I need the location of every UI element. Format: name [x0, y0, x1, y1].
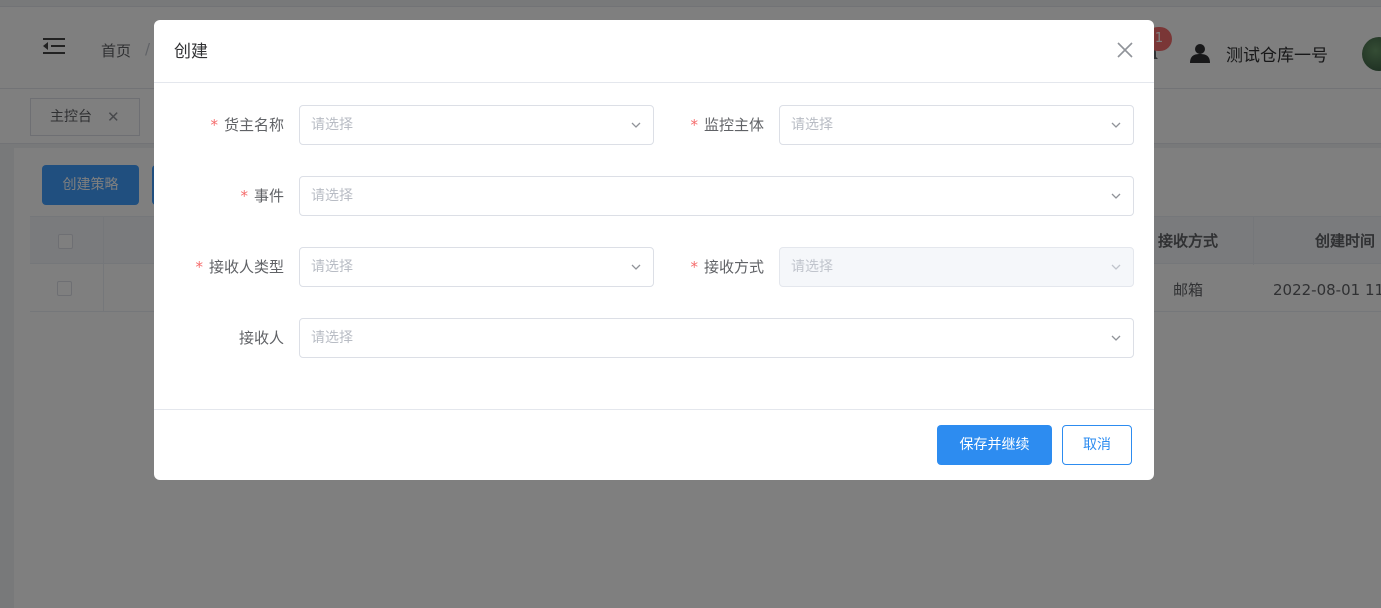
create-dialog: 创建 * 货主名称 请选择 * 监控主体 请选择 * 事件 请选择 * 接收人类型 请选…	[154, 20, 1154, 480]
save-and-continue-button[interactable]: 保存并继续	[937, 425, 1052, 465]
select-placeholder: 请选择	[311, 188, 353, 204]
receiver-type-label: * 接收人类型	[174, 247, 284, 287]
event-label: * 事件	[174, 176, 284, 216]
cancel-button[interactable]: 取消	[1062, 425, 1132, 465]
chevron-down-icon	[631, 264, 641, 270]
required-mark: *	[690, 258, 698, 276]
close-icon[interactable]	[1115, 40, 1135, 60]
label-text: 货主名称	[223, 116, 284, 134]
required-mark: *	[195, 258, 203, 276]
chevron-down-icon	[1111, 264, 1121, 270]
owner-name-select[interactable]: 请选择	[299, 105, 654, 145]
receiver-label: 接收人	[174, 318, 284, 358]
label-text: 监控主体	[703, 116, 764, 134]
dialog-title: 创建	[174, 42, 208, 62]
required-mark: *	[690, 116, 698, 134]
required-mark: *	[240, 187, 248, 205]
receive-method-label: * 接收方式	[654, 247, 764, 287]
chevron-down-icon	[1111, 335, 1121, 341]
dialog-footer: 保存并继续 取消	[154, 409, 1154, 480]
chevron-down-icon	[631, 122, 641, 128]
receiver-select[interactable]: 请选择	[299, 318, 1134, 358]
label-text: 事件	[253, 187, 284, 205]
receive-method-select: 请选择	[779, 247, 1134, 287]
label-text: 接收方式	[703, 258, 764, 276]
label-text: 接收人类型	[208, 258, 284, 276]
required-mark: *	[210, 116, 218, 134]
select-placeholder: 请选择	[791, 117, 833, 133]
monitor-subject-label: * 监控主体	[654, 105, 764, 145]
chevron-down-icon	[1111, 122, 1121, 128]
receiver-type-select[interactable]: 请选择	[299, 247, 654, 287]
label-text: 接收人	[238, 329, 284, 347]
select-placeholder: 请选择	[791, 259, 833, 275]
chevron-down-icon	[1111, 193, 1121, 199]
event-select[interactable]: 请选择	[299, 176, 1134, 216]
owner-name-label: * 货主名称	[174, 105, 284, 145]
select-placeholder: 请选择	[311, 117, 353, 133]
monitor-subject-select[interactable]: 请选择	[779, 105, 1134, 145]
select-placeholder: 请选择	[311, 330, 353, 346]
select-placeholder: 请选择	[311, 259, 353, 275]
dialog-header: 创建	[154, 20, 1154, 83]
